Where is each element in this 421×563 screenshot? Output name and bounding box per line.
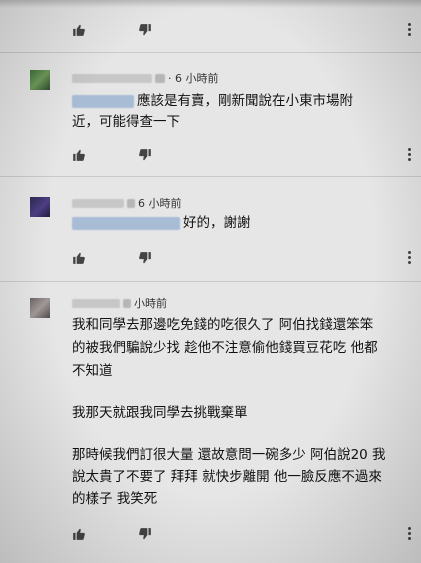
redacted-username [127, 198, 135, 208]
comment-text: 不知道 [72, 363, 113, 379]
more-vert-icon[interactable] [405, 144, 413, 164]
comment-meta: · 6 小時前 [72, 71, 219, 85]
thumbs-up-icon[interactable] [72, 526, 86, 540]
comment-text: 的被我們騙說少找 趁他不注意偷他錢買豆花吃 他都 [72, 340, 378, 356]
redacted-username [72, 298, 120, 308]
redacted-mention [72, 216, 180, 230]
thumbs-down-icon[interactable] [138, 526, 152, 540]
thumbs-up-icon[interactable] [72, 22, 86, 36]
comment-meta: 6 小時前 [72, 196, 182, 210]
divider [0, 176, 421, 177]
action-row [72, 247, 413, 267]
previous-comment-edge [0, 0, 421, 8]
action-row [72, 19, 413, 39]
avatar[interactable] [30, 298, 50, 318]
avatar[interactable] [30, 197, 50, 217]
comment-time: · 6 小時前 [168, 72, 219, 85]
thumbs-down-icon[interactable] [138, 147, 152, 161]
action-row [72, 523, 413, 543]
redacted-username [72, 73, 152, 83]
comment-text: 說太貴了不要了 拜拜 就快步離開 他一臉反應不過來 [72, 469, 382, 485]
redacted-username [123, 298, 131, 308]
comment-text: 我那天就跟我同學去挑戰棄單 [72, 405, 248, 421]
thumbs-up-icon[interactable] [72, 250, 86, 264]
avatar[interactable] [30, 70, 50, 90]
comment-text: 那時候我們訂很大量 還故意問一碗多少 阿伯說20 我 [72, 447, 386, 463]
thumbs-up-icon[interactable] [72, 147, 86, 161]
comment-time: 小時前 [134, 297, 167, 310]
comment-text: 我和同學去那邊吃免錢的吃很久了 阿伯找錢還笨笨 [72, 317, 374, 333]
action-row [72, 144, 413, 164]
redacted-username [72, 198, 124, 208]
thumbs-down-icon[interactable] [138, 22, 152, 36]
comment-text: 近，可能得查一下 [72, 114, 180, 130]
comment-text: 應該是有賣，剛新聞說在小東市場附 [72, 90, 353, 112]
more-vert-icon[interactable] [405, 19, 413, 39]
comment-time: 6 小時前 [138, 197, 182, 210]
more-vert-icon[interactable] [405, 523, 413, 543]
comment-meta: 小時前 [72, 296, 167, 310]
redacted-mention [72, 94, 134, 108]
divider [0, 281, 421, 282]
more-vert-icon[interactable] [405, 247, 413, 267]
redacted-username [155, 73, 165, 83]
comment-text: 好的，謝謝 [72, 212, 251, 234]
divider [0, 52, 421, 53]
comment-text: 的樣子 我笑死 [72, 491, 158, 507]
thumbs-down-icon[interactable] [138, 250, 152, 264]
